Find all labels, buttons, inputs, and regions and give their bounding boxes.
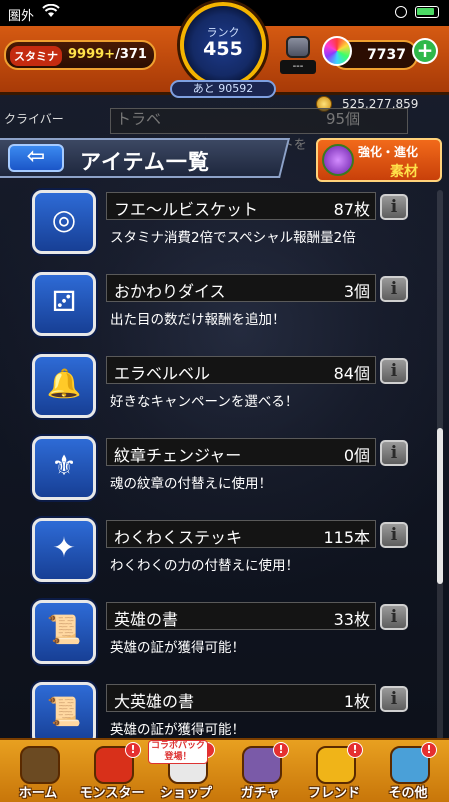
item-count: 33枚 xyxy=(333,610,370,629)
item-icon-frame[interactable]: ⚜ xyxy=(32,436,96,500)
stamina-meter[interactable]: スタミナ 9999+/371 xyxy=(4,40,156,70)
item-desc: 英雄の証が獲得可能！ xyxy=(110,640,245,656)
item-desc: 好きなキャンペーンを選べる！ xyxy=(110,394,299,410)
stamina-label: スタミナ xyxy=(10,46,62,66)
biscuit-icon: ◎ xyxy=(51,203,77,236)
bottom-nav: ホームモンスター!ショップ!ガチャ!フレンド!その他! xyxy=(0,738,449,802)
emblem-changer-icon: ⚜ xyxy=(51,449,77,482)
item-name: おかわりダイス xyxy=(114,282,226,301)
rotation-lock-icon xyxy=(395,6,407,18)
nav-label: ホーム xyxy=(18,786,58,801)
info-button[interactable]: i xyxy=(380,522,408,548)
item-name: 英雄の書 xyxy=(114,610,179,629)
orb-icon xyxy=(322,36,352,66)
nav-label: モンスター xyxy=(79,786,145,801)
stamina-max: /371 xyxy=(115,47,147,62)
nav-other[interactable]: その他! xyxy=(371,742,449,801)
notification-badge: ! xyxy=(125,742,141,758)
rank-value: 455 xyxy=(203,38,243,60)
info-button[interactable]: i xyxy=(380,276,408,302)
collab-pack-tag: コラボパック登場！ xyxy=(148,740,208,764)
item-icon-frame[interactable]: ⚂ xyxy=(32,272,96,336)
item-count: 84個 xyxy=(333,364,370,383)
item-list[interactable]: ◎ フエ〜ルビスケット 87枚スタミナ消費2倍でスペシャル報酬量2倍 i ⚂ おかわりダイ… xyxy=(0,180,449,740)
scroll-icon: 📜 xyxy=(46,695,82,728)
dice-icon: ⚂ xyxy=(51,285,77,318)
notification-badge: ! xyxy=(347,742,363,758)
scrollbar-thumb[interactable] xyxy=(437,428,443,584)
evolve-label-line2: 素材 xyxy=(390,164,418,180)
nav-label: ガチャ xyxy=(240,786,280,801)
section-label: クライバー xyxy=(4,112,64,126)
item-count: 3個 xyxy=(343,282,370,301)
item-name: フエ〜ルビスケット xyxy=(114,200,259,219)
item-desc: わくわくの力の付替えに使用！ xyxy=(110,558,299,574)
page-title: アイテム一覧 xyxy=(80,150,210,174)
item-desc: 英雄の証が獲得可能！ xyxy=(110,722,245,738)
box-count: --- xyxy=(280,60,316,74)
notification-badge: ! xyxy=(273,742,289,758)
orb-count: 7737 xyxy=(367,47,406,63)
item-count: 87枚 xyxy=(333,200,370,219)
battery-icon xyxy=(415,6,439,18)
prev-item-count: 95個 xyxy=(326,110,361,128)
evolve-label-line1: 強化・進化 xyxy=(358,145,419,159)
nav-label: ショップ xyxy=(159,786,212,801)
stamina-value: 9999+/371 xyxy=(68,47,147,62)
info-button[interactable]: i xyxy=(380,358,408,384)
item-desc: 魂の紋章の付替えに使用！ xyxy=(110,476,272,492)
item-icon-frame[interactable]: ✦ xyxy=(32,518,96,582)
item-count: 1枚 xyxy=(343,692,370,711)
scroll-icon: 📜 xyxy=(46,613,82,646)
box-lid-icon xyxy=(286,36,310,58)
stamina-current: 9999+ xyxy=(68,47,116,62)
wand-icon: ✦ xyxy=(52,531,76,564)
info-button[interactable]: i xyxy=(380,604,408,630)
item-row[interactable]: 📜 大英雄の書 1枚英雄の証が獲得可能！ i xyxy=(0,676,449,740)
prev-item-name: トラベ xyxy=(116,110,162,128)
item-row[interactable]: ◎ フエ〜ルビスケット 87枚スタミナ消費2倍でスペシャル報酬量2倍 i xyxy=(0,184,449,266)
item-count: 115本 xyxy=(323,528,370,547)
item-row[interactable]: ✦ わくわくステッキ 115本わくわくの力の付替えに使用！ i xyxy=(0,512,449,594)
add-orb-button[interactable]: + xyxy=(412,38,438,64)
item-name: 紋章チェンジャー xyxy=(114,446,242,465)
item-desc: 出た目の数だけ報酬を追加！ xyxy=(110,312,286,328)
rank-next-exp: あと 90592 xyxy=(170,80,276,98)
evolve-materials-button[interactable]: 強化・進化 素材 xyxy=(316,138,442,182)
info-button[interactable]: i xyxy=(380,686,408,712)
item-icon-frame[interactable]: 📜 xyxy=(32,600,96,664)
item-row[interactable]: ⚂ おかわりダイス 3個出た目の数だけ報酬を追加！ i xyxy=(0,266,449,348)
item-row[interactable]: 📜 英雄の書 33枚英雄の証が獲得可能！ i xyxy=(0,594,449,676)
rank-badge[interactable]: ランク 455 xyxy=(180,2,266,88)
item-name: 大英雄の書 xyxy=(114,692,195,711)
item-row[interactable]: ⚜ 紋章チェンジャー 0個魂の紋章の付替えに使用！ i xyxy=(0,430,449,512)
evolve-materials-icon xyxy=(322,144,354,176)
item-row[interactable]: 🔔 エラベルベル 84個好きなキャンペーンを選べる！ i xyxy=(0,348,449,430)
info-button[interactable]: i xyxy=(380,440,408,466)
nav-label: その他 xyxy=(388,786,428,801)
item-desc: スタミナ消費2倍でスペシャル報酬量2倍 xyxy=(110,230,356,246)
box-icon[interactable]: --- xyxy=(280,34,316,78)
item-count: 0個 xyxy=(343,446,370,465)
nav-label: フレンド xyxy=(307,786,360,801)
item-icon-frame[interactable]: 🔔 xyxy=(32,354,96,418)
info-button[interactable]: i xyxy=(380,194,408,220)
bell-icon: 🔔 xyxy=(46,367,82,400)
item-name: エラベルベル xyxy=(114,364,211,383)
notification-badge: ! xyxy=(421,742,437,758)
item-icon-frame[interactable]: ◎ xyxy=(32,190,96,254)
item-icon-frame[interactable]: 📜 xyxy=(32,682,96,740)
back-button[interactable]: ⇦ xyxy=(8,144,64,172)
home-icon xyxy=(20,746,60,784)
item-name: わくわくステッキ xyxy=(114,528,243,547)
